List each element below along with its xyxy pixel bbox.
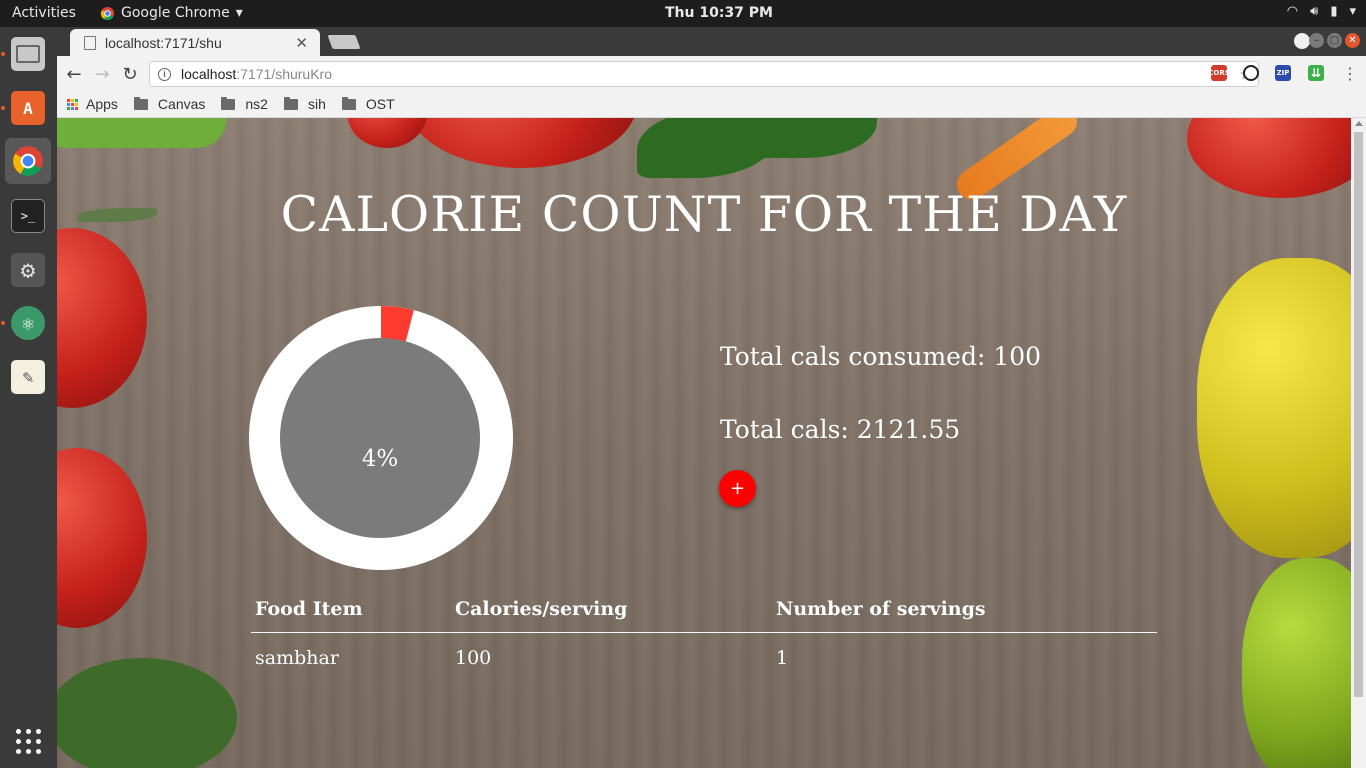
tab-title: localhost:7171/shu — [105, 34, 222, 51]
bookmark-ns2[interactable]: ns2 — [221, 96, 268, 112]
column-header: Number of servings — [772, 588, 1157, 633]
page-title: CALORIE COUNT FOR THE DAY — [280, 186, 1128, 243]
scroll-up-arrow[interactable] — [1355, 121, 1363, 126]
tomato-decoration — [57, 448, 147, 628]
table-row: sambhar 100 1 — [251, 633, 1157, 684]
chrome-icon — [100, 6, 115, 20]
volume-icon: 🔊︎ — [1310, 4, 1319, 19]
yellow-pepper-decoration — [1197, 258, 1351, 558]
window-controls: – □ ✕ — [1309, 33, 1360, 48]
progress-percent: 4% — [361, 446, 399, 472]
tomato-decoration — [407, 118, 637, 168]
back-button[interactable]: ← — [63, 63, 85, 85]
app-name: Google Chrome — [121, 5, 230, 21]
activities-button[interactable]: Activities — [12, 5, 76, 21]
files-icon — [11, 37, 45, 71]
column-header: Calories/serving — [451, 588, 772, 633]
chevron-down-icon: ▾ — [235, 5, 243, 21]
software-launcher[interactable]: A — [5, 85, 51, 131]
tomato-decoration — [57, 228, 147, 408]
calorie-progress-ring: 4% — [249, 306, 513, 570]
scrollbar-thumb[interactable] — [1354, 132, 1363, 697]
bookmark-label: sih — [307, 96, 326, 112]
clock[interactable]: Thu 10:37 PM — [665, 5, 773, 21]
total-calories: Total cals: 2121.55 — [720, 415, 961, 444]
terminal-icon: >_ — [11, 199, 45, 233]
tomato-decoration — [347, 118, 427, 148]
show-applications-icon[interactable] — [16, 729, 41, 754]
table-header-row: Food Item Calories/serving Number of ser… — [251, 588, 1157, 633]
chrome-launcher[interactable] — [5, 138, 51, 184]
bookmark-canvas[interactable]: Canvas — [133, 96, 206, 112]
folder-icon — [283, 96, 298, 110]
gear-icon: ⚙ — [11, 253, 45, 287]
cors-extension-icon[interactable]: CORS — [1208, 65, 1230, 81]
food-table: Food Item Calories/serving Number of ser… — [251, 588, 1157, 683]
servings-cell: 1 — [776, 647, 789, 669]
app-menu[interactable]: Google Chrome ▾ — [100, 5, 243, 21]
atom-icon: ⚛ — [11, 306, 45, 340]
terminal-launcher[interactable]: >_ — [5, 193, 51, 239]
url-host: localhost — [181, 66, 237, 82]
bookmark-label: OST — [365, 96, 395, 112]
bookmark-sih[interactable]: sih — [283, 96, 326, 112]
system-tray[interactable]: ◠ 🔊︎ ▮ ▾ — [1287, 4, 1356, 19]
download-extension-icon[interactable]: ⇊ — [1308, 65, 1324, 81]
ring-center: 4% — [280, 338, 480, 538]
add-food-button[interactable]: + — [719, 470, 756, 507]
maximize-button[interactable]: □ — [1327, 33, 1342, 48]
info-icon[interactable]: i — [158, 67, 171, 81]
bookmark-ost[interactable]: OST — [341, 96, 395, 112]
address-bar[interactable]: i localhost:7171/shuruKro ⌕ ☆ — [149, 61, 1259, 87]
system-top-bar: Activities Google Chrome ▾ Thu 10:37 PM … — [0, 0, 1366, 27]
folder-icon — [133, 96, 148, 110]
files-launcher[interactable] — [5, 31, 51, 77]
close-icon[interactable]: ✕ — [295, 34, 308, 52]
atom-launcher[interactable]: ⚛ — [5, 300, 51, 346]
vertical-scrollbar[interactable] — [1351, 118, 1366, 768]
window-close-button[interactable]: ✕ — [1345, 33, 1360, 48]
link-extension-icon[interactable] — [1243, 65, 1259, 81]
consumed-calories: Total cals consumed: 100 — [720, 342, 1042, 371]
herb-decoration — [57, 658, 237, 768]
bookmark-apps[interactable]: Apps — [67, 96, 118, 112]
chevron-down-icon: ▾ — [1349, 4, 1356, 19]
food-name-cell: sambhar — [255, 647, 339, 669]
text-editor-icon: ✎ — [11, 360, 45, 394]
page-icon — [84, 35, 96, 50]
url-path: :7171/shuruKro — [236, 66, 332, 82]
new-tab-button[interactable] — [327, 35, 361, 49]
folder-icon — [341, 96, 356, 110]
wifi-icon: ◠ — [1286, 4, 1299, 19]
software-center-icon: A — [11, 91, 45, 125]
text-editor-launcher[interactable]: ✎ — [5, 354, 51, 400]
chrome-icon — [13, 146, 43, 176]
apps-icon — [67, 98, 78, 110]
bookmarks-bar: Apps Canvas ns2 sih OST — [57, 91, 1366, 118]
launcher-dock: A >_ ⚙ ⚛ ✎ — [0, 27, 57, 768]
cucumber-decoration — [57, 118, 227, 148]
bookmark-label: ns2 — [245, 96, 268, 112]
bookmark-label: Canvas — [157, 96, 206, 112]
herb-decoration — [637, 118, 777, 178]
calories-cell: 100 — [455, 647, 492, 669]
tab-active[interactable]: localhost:7171/shu ✕ — [70, 29, 320, 56]
menu-icon[interactable]: ⋮ — [1342, 64, 1358, 83]
herb-decoration — [757, 118, 877, 158]
forward-button[interactable]: → — [91, 63, 113, 85]
browser-toolbar: ← → ↻ i localhost:7171/shuruKro ⌕ ☆ CORS… — [57, 56, 1366, 91]
tab-strip: localhost:7171/shu ✕ – □ ✕ — [57, 27, 1366, 56]
reload-button[interactable]: ↻ — [119, 63, 141, 85]
zip-extension-icon[interactable]: ZIP — [1275, 65, 1291, 81]
folder-icon — [221, 96, 236, 110]
page-content: CALORIE COUNT FOR THE DAY 4% Total cals … — [57, 118, 1351, 768]
profile-icon[interactable] — [1294, 33, 1310, 49]
settings-launcher[interactable]: ⚙ — [5, 247, 51, 293]
minimize-button[interactable]: – — [1309, 33, 1324, 48]
column-header: Food Item — [251, 588, 451, 633]
green-pepper-decoration — [1242, 558, 1351, 768]
battery-icon: ▮ — [1330, 4, 1338, 19]
bookmark-label: Apps — [86, 96, 118, 112]
